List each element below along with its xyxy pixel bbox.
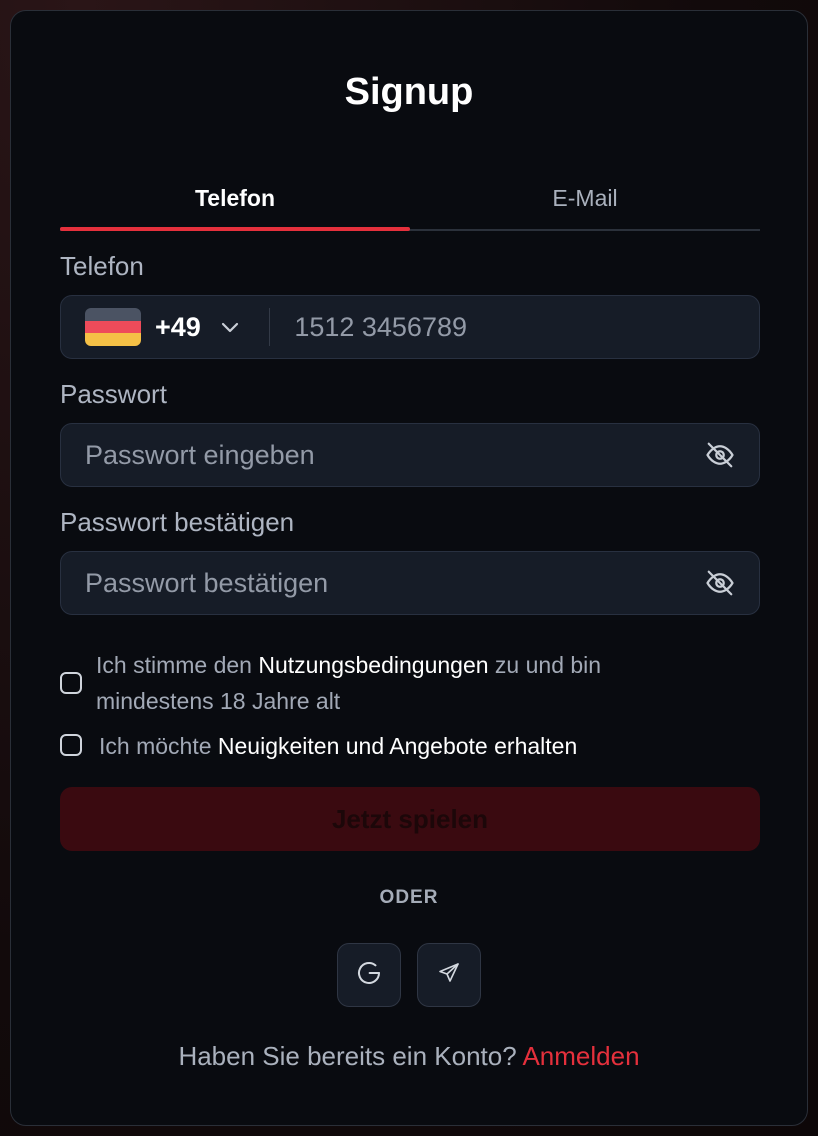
germany-flag-icon[interactable]: [85, 308, 141, 346]
newsletter-checkbox[interactable]: [60, 734, 82, 756]
login-prompt-text: Haben Sie bereits ein Konto?: [178, 1041, 523, 1071]
login-link[interactable]: Anmelden: [522, 1041, 639, 1071]
login-prompt: Haben Sie bereits ein Konto? Anmelden: [11, 1041, 807, 1072]
confirm-password-field: [60, 551, 760, 615]
tab-bar: Telefon E-Mail: [60, 179, 760, 231]
telegram-icon: [437, 961, 461, 990]
newsletter-highlight: Neuigkeiten und Angebote erhalten: [217, 733, 578, 759]
tab-email[interactable]: E-Mail: [410, 179, 760, 229]
phone-label: Telefon: [60, 251, 144, 281]
terms-text: Ich stimme den Nutzungsbedingungen zu un…: [96, 647, 601, 719]
terms-row: Ich stimme den Nutzungsbedingungen zu un…: [60, 647, 601, 719]
terms-link[interactable]: Nutzungsbedingungen: [258, 652, 488, 678]
google-icon: [354, 958, 384, 993]
country-code[interactable]: +49: [155, 312, 201, 343]
newsletter-prefix: Ich möchte: [99, 733, 218, 759]
google-login-button[interactable]: [337, 943, 401, 1007]
chevron-down-icon[interactable]: [217, 314, 243, 340]
terms-suffix: zu und bin: [488, 652, 602, 678]
field-divider: [268, 308, 271, 346]
confirm-password-input[interactable]: [85, 552, 705, 614]
telegram-login-button[interactable]: [417, 943, 481, 1007]
submit-button[interactable]: Jetzt spielen: [60, 787, 760, 851]
eye-off-icon[interactable]: [705, 440, 735, 470]
page-title: Signup: [344, 71, 474, 113]
terms-checkbox[interactable]: [60, 672, 82, 694]
password-label: Passwort: [60, 379, 167, 409]
terms-line2: mindestens 18 Jahre alt: [96, 688, 341, 714]
newsletter-text: Ich möchte Neuigkeiten und Angebote erha…: [99, 728, 577, 764]
confirm-password-label: Passwort bestätigen: [60, 507, 295, 537]
signup-card: Signup Telefon E-Mail Telefon +49 Passwo…: [10, 10, 808, 1126]
phone-input[interactable]: [294, 296, 759, 358]
divider-label: ODER: [379, 887, 439, 908]
password-input[interactable]: [85, 424, 705, 486]
password-field: [60, 423, 760, 487]
eye-off-icon[interactable]: [705, 568, 735, 598]
phone-field: +49: [60, 295, 760, 359]
newsletter-row: Ich möchte Neuigkeiten und Angebote erha…: [60, 728, 577, 764]
tab-telefon[interactable]: Telefon: [60, 179, 410, 231]
terms-prefix: Ich stimme den: [96, 652, 259, 678]
